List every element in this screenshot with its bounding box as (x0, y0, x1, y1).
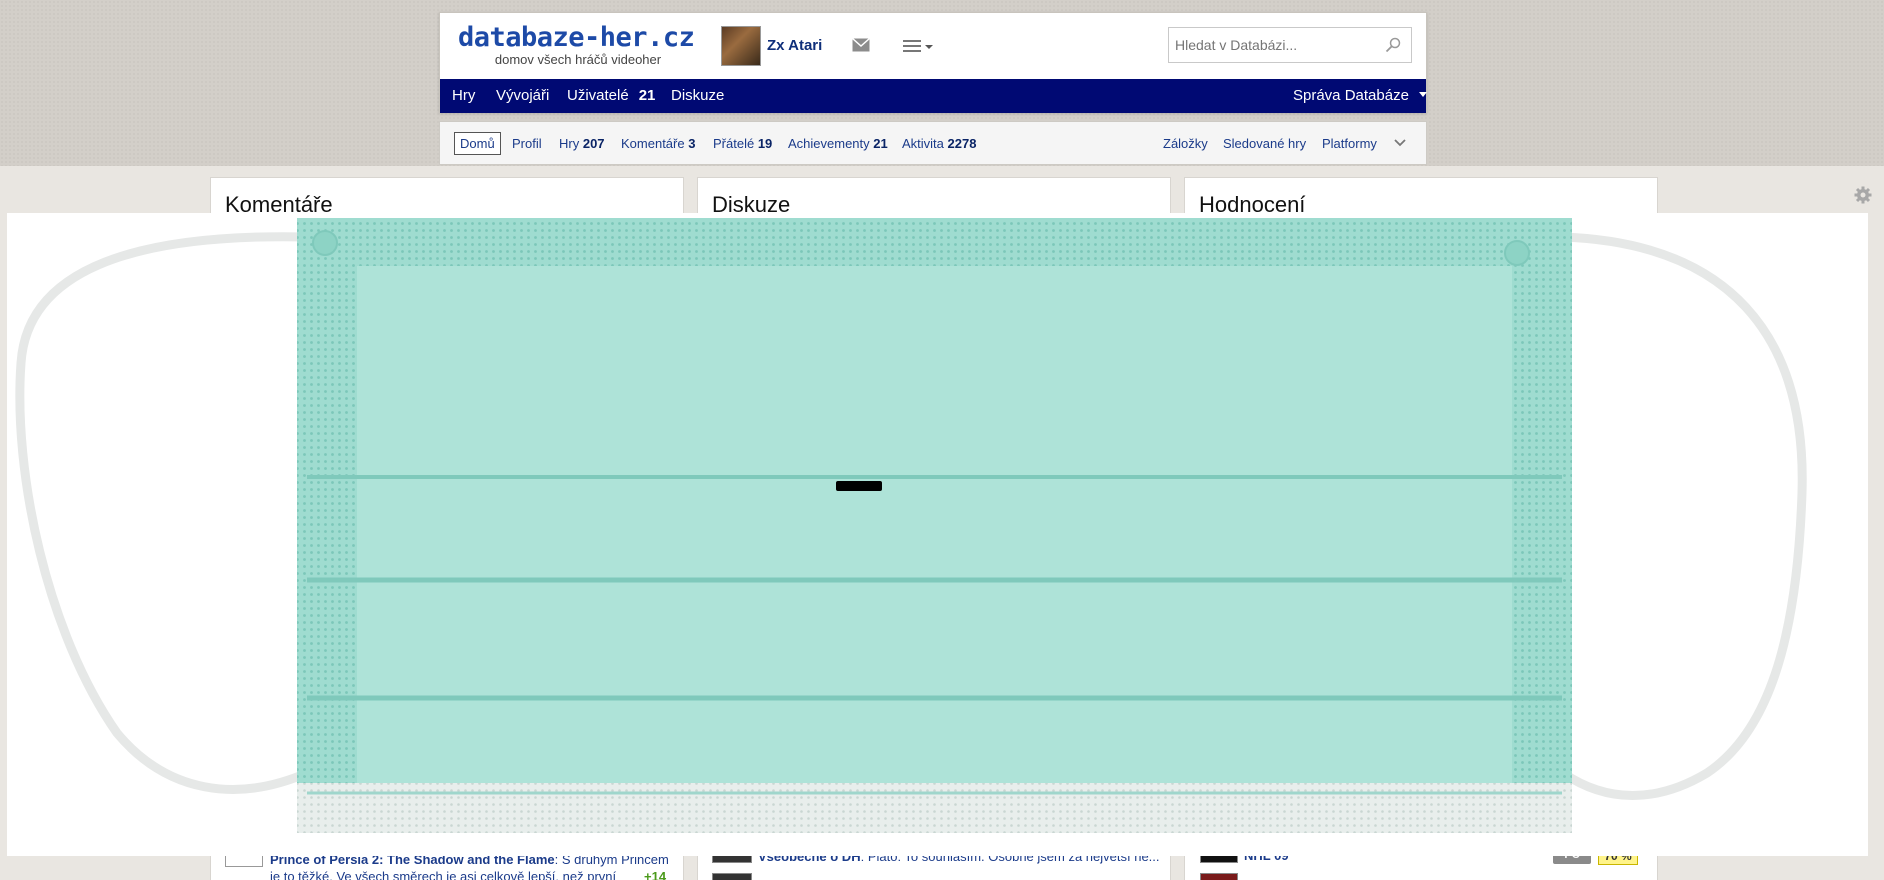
subnav-followed-games[interactable]: Sledované hry (1223, 136, 1306, 151)
subnav-label: Domů (460, 136, 495, 151)
nav-item-games[interactable]: Hry (452, 87, 475, 104)
site-header: databaze-her.cz domov všech hráčů videoh… (439, 12, 1427, 113)
subnav-count: 3 (688, 136, 696, 151)
subnav-label: Sledované hry (1223, 136, 1307, 151)
logo-title: databaze-her.cz (458, 22, 695, 53)
mask-image-overlay (7, 213, 1868, 856)
subnav-bookmarks[interactable]: Záložky (1163, 136, 1208, 151)
subnav-home[interactable]: Domů (454, 132, 501, 155)
search-box (1168, 27, 1412, 63)
caret-down-icon (1418, 91, 1427, 97)
mail-icon[interactable] (852, 38, 870, 52)
nav-item-users[interactable]: Uživatelé 21 (567, 87, 655, 104)
nav-label: Uživatelé (567, 87, 629, 104)
subnav-label: Profil (512, 136, 542, 151)
comment-score: +14 (644, 869, 667, 880)
subnav-platforms[interactable]: Platformy (1322, 136, 1377, 151)
main-nav: Hry Vývojáři Uživatelé 21 Diskuze Správa … (440, 79, 1427, 113)
search-input[interactable] (1175, 34, 1375, 56)
search-icon[interactable] (1385, 37, 1401, 53)
logo-subtitle: domov všech hráčů videoher (494, 52, 662, 67)
site-logo[interactable]: databaze-her.cz domov všech hráčů videoh… (458, 23, 698, 75)
subnav-label: Komentáře (621, 136, 685, 151)
subnav-count: 19 (757, 136, 773, 151)
nav-item-admin[interactable]: Správa Databáze (1293, 87, 1427, 104)
nav-count: 21 (638, 87, 656, 104)
subnav-count: 21 (873, 136, 888, 151)
nav-item-discussion[interactable]: Diskuze (671, 87, 724, 104)
chevron-down-icon[interactable] (1393, 137, 1407, 149)
gear-icon[interactable] (1854, 186, 1872, 204)
subnav-label: Hry (559, 136, 580, 151)
menu-list-icon[interactable] (903, 38, 933, 54)
subnav-label: Přátelé (713, 136, 755, 151)
nav-label: Vývojáři (496, 87, 550, 104)
nav-label: Hry (452, 87, 476, 104)
subnav-games[interactable]: Hry 207 (559, 136, 605, 151)
comment-text-line: je to těžké. Ve všech směrech je asi cel… (270, 869, 617, 880)
user-name-link[interactable]: Zx Atari (767, 37, 822, 54)
avatar[interactable] (721, 26, 761, 66)
subnav-activity[interactable]: Aktivita 2278 (902, 136, 976, 151)
profile-subnav: Domů Profil Hry 207 Komentáře 3 Přátelé … (439, 121, 1427, 165)
face-mask-image (15, 218, 1807, 833)
subnav-profile[interactable]: Profil (512, 136, 542, 151)
nav-label: Diskuze (671, 87, 725, 104)
nav-label: Správa Databáze (1293, 87, 1409, 104)
discussion-thumbnail[interactable] (712, 873, 752, 880)
subnav-label: Achievementy (788, 136, 870, 151)
subnav-achievements[interactable]: Achievementy 21 (788, 136, 888, 151)
subnav-label: Platformy (1322, 136, 1377, 151)
subnav-friends[interactable]: Přátelé 19 (713, 136, 772, 151)
subnav-comments[interactable]: Komentáře 3 (621, 136, 695, 151)
subnav-count: 207 (582, 136, 605, 151)
subnav-label: Aktivita (902, 136, 944, 151)
nav-item-developers[interactable]: Vývojáři (496, 87, 549, 104)
subnav-count: 2278 (947, 136, 977, 151)
rating-thumbnail[interactable] (1200, 873, 1238, 880)
subnav-label: Záložky (1163, 136, 1208, 151)
